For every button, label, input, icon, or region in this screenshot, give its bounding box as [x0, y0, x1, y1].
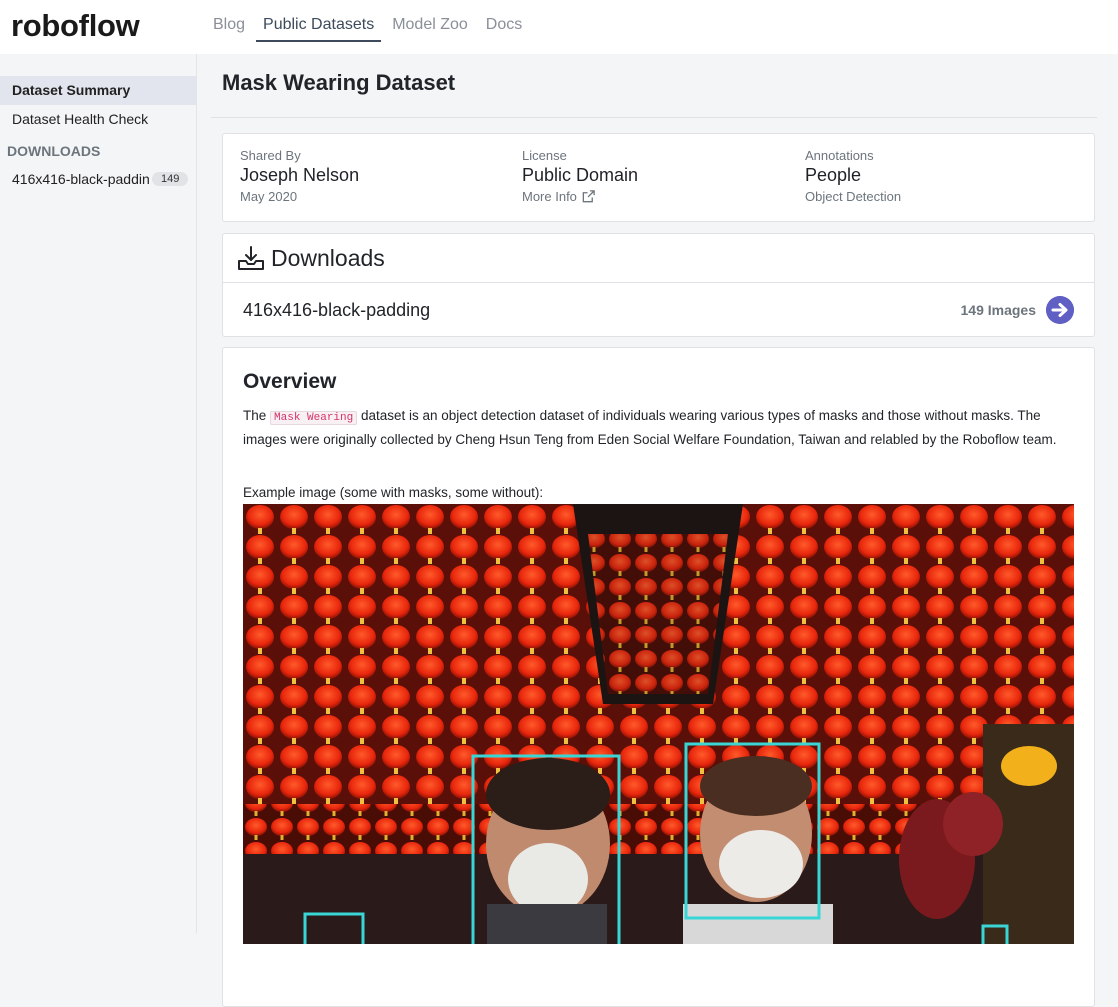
nav-public-datasets[interactable]: Public Datasets [256, 0, 382, 42]
shared-by-label: Shared By [240, 148, 301, 163]
annotations-label: Annotations [805, 148, 874, 163]
downloads-card-header: Downloads [223, 234, 1094, 283]
annotations-value: People [805, 165, 862, 185]
overview-description: The Mask Wearing dataset is an object de… [243, 405, 1073, 450]
overview-text-start: The [243, 408, 271, 423]
downloads-card: Downloads 416x416-black-padding 149 Imag… [222, 233, 1095, 337]
overview-title: Overview [243, 370, 337, 393]
shared-date: May 2020 [240, 189, 298, 204]
sidebar-item-dataset-summary[interactable]: Dataset Summary [0, 76, 196, 105]
license-block: License Public Domain More Info [522, 148, 638, 204]
more-info-label: More Info [522, 189, 577, 204]
arrow-right-circle-icon[interactable] [1046, 296, 1074, 324]
sidebar-downloads-heading: DOWNLOADS [7, 143, 101, 159]
nav-model-zoo[interactable]: Model Zoo [385, 0, 475, 42]
download-tray-icon [238, 246, 264, 270]
nav-blog[interactable]: Blog [206, 0, 252, 42]
downloads-card-title: Downloads [271, 244, 385, 271]
external-link-icon [582, 190, 595, 203]
sidebar-download-count-badge: 149 [152, 172, 189, 186]
license-more-info-link[interactable]: More Info [522, 189, 638, 204]
sidebar-download-item[interactable]: 416x416-black-padding 149 [0, 164, 196, 194]
sidebar-download-label: 416x416-black-padding [12, 171, 150, 187]
dataset-code-name: Mask Wearing [270, 411, 358, 425]
title-divider [211, 117, 1097, 118]
shared-by-value: Joseph Nelson [240, 165, 360, 185]
overview-card: Overview The Mask Wearing dataset is an … [222, 347, 1095, 1007]
annotations-block: Annotations People Object Detection [805, 148, 901, 204]
sidebar: Dataset Summary Dataset Health Check DOW… [0, 54, 197, 934]
example-image-illustration [243, 504, 1074, 944]
license-value: Public Domain [522, 165, 639, 185]
overview-text-rest: dataset is an object detection dataset o… [243, 408, 1057, 447]
roboflow-logo[interactable]: roboflow [11, 8, 140, 44]
top-bar: roboflow Blog Public Datasets Model Zoo … [0, 0, 1118, 54]
page-title: Mask Wearing Dataset [222, 70, 456, 95]
example-image-caption: Example image (some with masks, some wit… [243, 485, 544, 500]
download-version-row[interactable]: 416x416-black-padding 149 Images [223, 283, 1094, 337]
nav-docs[interactable]: Docs [479, 0, 529, 42]
annotations-type: Object Detection [805, 189, 902, 204]
shared-by-block: Shared By Joseph Nelson May 2020 [240, 148, 359, 204]
main-nav: Blog Public Datasets Model Zoo Docs [206, 0, 533, 54]
dataset-info-card: Shared By Joseph Nelson May 2020 License… [222, 133, 1095, 222]
license-label: License [522, 148, 567, 163]
download-image-count: 149 Images [960, 302, 1037, 318]
download-version-name: 416x416-black-padding [243, 299, 431, 320]
sidebar-item-dataset-health-check[interactable]: Dataset Health Check [0, 105, 196, 134]
example-image [243, 504, 1074, 944]
